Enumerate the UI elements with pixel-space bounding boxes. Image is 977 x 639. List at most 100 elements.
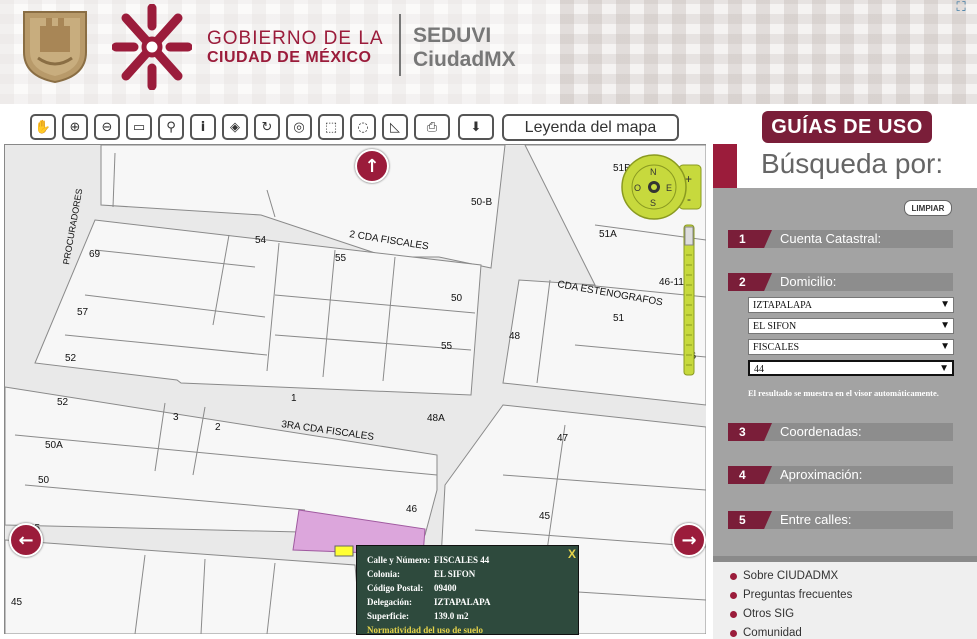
select-circle-icon[interactable]: ◌	[350, 114, 376, 140]
lot-label: 51	[613, 313, 625, 324]
lot-label: 51A	[599, 229, 617, 240]
lot-label: 3	[173, 412, 179, 423]
footer-links: Sobre CIUDADMX Preguntas frecuentes Otro…	[713, 556, 977, 639]
user-guides-button[interactable]: GUÍAS DE USO	[762, 111, 932, 143]
map-legend-button[interactable]: Leyenda del mapa	[502, 114, 679, 141]
popup-value: 139.0 m2	[434, 611, 469, 621]
gov-name-line1: GOBIERNO DE LA	[207, 28, 384, 49]
select-polygon-icon[interactable]: ◺	[382, 114, 408, 140]
pin-icon[interactable]: ⚲	[158, 114, 184, 140]
chevron-down-icon: ▼	[940, 341, 950, 352]
chevron-down-icon: ▼	[940, 320, 950, 331]
screenshot-icon[interactable]: ⛶	[950, 0, 972, 20]
download-icon[interactable]: ⬇	[458, 114, 494, 140]
header-divider	[399, 14, 401, 76]
lot-label: 52	[65, 353, 77, 364]
panel-header: Búsqueda por:	[713, 144, 977, 188]
parcel-marker	[334, 545, 354, 557]
number-select[interactable]: 44 ▼	[748, 360, 954, 376]
section-label: Entre calles:	[780, 512, 852, 527]
pan-up-arrow[interactable]: ↑	[355, 149, 389, 183]
zoom-slider[interactable]	[683, 224, 695, 376]
pan-left-arrow[interactable]: ←	[9, 523, 43, 557]
hand-pan-icon[interactable]: ✋	[30, 114, 56, 140]
measure-ruler-icon[interactable]: ▭	[126, 114, 152, 140]
section-label: Cuenta Catastral:	[780, 231, 882, 246]
section-between-streets[interactable]: 5 Entre calles:	[728, 511, 953, 529]
zoom-in-icon[interactable]: ⊕	[62, 114, 88, 140]
section-label: Domicilio:	[780, 274, 837, 289]
popup-value: FISCALES 44	[434, 555, 490, 565]
zoom-out-icon[interactable]: ⊖	[94, 114, 120, 140]
zoom-minus-label: -	[687, 192, 691, 206]
lot-label: 69	[89, 249, 101, 260]
refresh-icon[interactable]: ↻	[254, 114, 280, 140]
lot-label: 45	[11, 597, 23, 608]
info-icon[interactable]: i	[190, 114, 216, 140]
layers-icon[interactable]: ◈	[222, 114, 248, 140]
buffer-icon[interactable]: ◎	[286, 114, 312, 140]
panel-accent-bar	[713, 144, 737, 188]
compass-s: S	[650, 198, 656, 208]
popup-label: Código Postal:	[367, 583, 424, 593]
compass-e: E	[666, 183, 672, 193]
lot-label: 46-11	[659, 277, 684, 288]
site-header: GOBIERNO DE LA CIUDAD DE MÉXICO SEDUVI C…	[0, 0, 977, 104]
section-number: 2	[728, 273, 772, 291]
clear-button[interactable]: LIMPIAR	[904, 200, 952, 216]
lot-label: 52	[57, 397, 69, 408]
chevron-down-icon: ▼	[939, 363, 949, 374]
lot-label: 54	[255, 235, 267, 246]
section-number: 1	[728, 230, 772, 248]
compass-control[interactable]: + - N S E O	[621, 154, 702, 220]
neighborhood-select[interactable]: EL SIFON ▼	[748, 318, 954, 334]
popup-label: Superficie:	[367, 611, 409, 621]
popup-close-button[interactable]: X	[568, 547, 576, 561]
print-icon[interactable]: ⎙	[414, 114, 450, 140]
link-faq[interactable]: Preguntas frecuentes	[730, 589, 852, 601]
section-number: 4	[728, 466, 772, 484]
lot-label: 48A	[427, 413, 445, 424]
pan-right-arrow[interactable]: →	[672, 523, 706, 557]
block-lower-left	[5, 386, 438, 536]
link-about[interactable]: Sobre CIUDADMX	[730, 570, 838, 582]
parcel-info-popup: X Calle y Número: FISCALES 44 Colonia: E…	[356, 545, 579, 635]
link-community[interactable]: Comunidad	[730, 627, 802, 639]
gov-name-line2: CIUDAD DE MÉXICO	[207, 49, 372, 66]
popup-value: IZTAPALAPA	[434, 597, 491, 607]
lot-label: 1	[291, 393, 297, 404]
select-rect-icon[interactable]: ⬚	[318, 114, 344, 140]
popup-value: EL SIFON	[434, 569, 476, 579]
land-use-link[interactable]: Normatividad del uso de suelo	[367, 625, 483, 635]
section-cadastral-account[interactable]: 1 Cuenta Catastral:	[728, 230, 953, 248]
lot-label: 50	[451, 293, 463, 304]
lot-label: 50	[38, 475, 50, 486]
popup-value: 09400	[434, 583, 457, 593]
popup-label: Delegación:	[367, 597, 412, 607]
section-approximation[interactable]: 4 Aproximación:	[728, 466, 953, 484]
popup-label: Calle y Número:	[367, 555, 431, 565]
cdmx-knot-logo	[112, 4, 192, 90]
lot-label: 55	[441, 341, 453, 352]
map-viewer[interactable]: PROCURADORES 2 CDA FISCALES CDA ESTENOGR…	[4, 144, 706, 634]
municipality-select[interactable]: IZTAPALAPA ▼	[748, 297, 954, 313]
auto-result-note: El resultado se muestra en el visor auto…	[748, 388, 939, 398]
panel-title: Búsqueda por:	[761, 148, 944, 179]
bullet-icon	[730, 573, 737, 580]
chevron-down-icon: ▼	[940, 299, 950, 310]
lot-label: 50A	[45, 440, 63, 451]
lot-label: 47	[557, 433, 569, 444]
section-number: 5	[728, 511, 772, 529]
street-select[interactable]: FISCALES ▼	[748, 339, 954, 355]
cdmx-shield-logo	[23, 11, 87, 84]
compass-n: N	[650, 167, 657, 177]
compass-w: O	[634, 183, 641, 193]
agency-name-line2: CiudadMX	[413, 48, 516, 71]
section-label: Aproximación:	[780, 467, 863, 482]
link-other-sig[interactable]: Otros SIG	[730, 608, 794, 620]
lot-label: 50-B	[471, 197, 492, 208]
section-label: Coordenadas:	[780, 424, 862, 439]
lot-label: 57	[77, 307, 89, 318]
section-address[interactable]: 2 Domicilio:	[728, 273, 953, 291]
section-coordinates[interactable]: 3 Coordenadas:	[728, 423, 953, 441]
